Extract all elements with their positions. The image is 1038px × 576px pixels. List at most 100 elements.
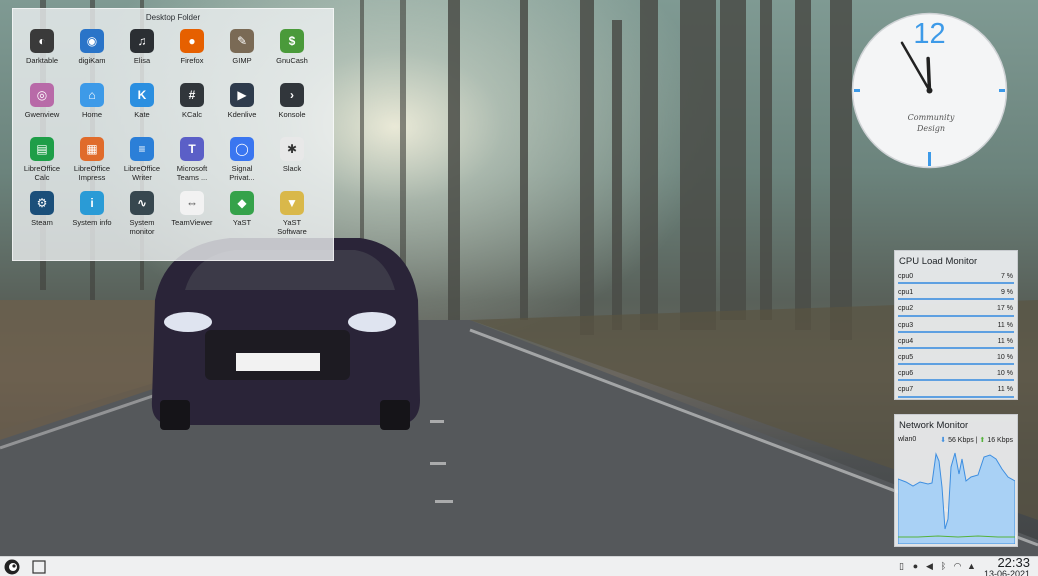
app-launcher-gimp[interactable]: ✎ GIMP bbox=[217, 27, 267, 81]
cpu-value: 11 % bbox=[997, 386, 1013, 394]
cpu-row: cpu3 11 % bbox=[898, 319, 1014, 335]
cpu-graph-line bbox=[898, 346, 1014, 349]
app-label: Konsole bbox=[278, 110, 306, 119]
app-launcher-libreoffice-writer[interactable]: ≡ LibreOffice Writer bbox=[117, 135, 167, 189]
cpu-monitor-title: CPU Load Monitor bbox=[899, 256, 978, 267]
app-launcher-kate[interactable]: K Kate bbox=[117, 81, 167, 135]
cpu-name: cpu6 bbox=[898, 370, 914, 378]
app-label: LibreOffice Writer bbox=[123, 164, 161, 182]
app-launcher-gnucash[interactable]: $ GnuCash bbox=[267, 27, 317, 81]
network-traffic-graph bbox=[898, 452, 1015, 544]
cpu-graph-line bbox=[898, 379, 1014, 382]
system-monitor-icon: ∿ bbox=[130, 191, 154, 215]
wifi-icon[interactable]: ◠ bbox=[953, 560, 962, 572]
cpu-row: cpu4 11 % bbox=[898, 335, 1014, 351]
cpu-graph-line bbox=[898, 395, 1014, 398]
app-launcher-slack[interactable]: ✱ Slack bbox=[267, 135, 317, 189]
cpu-row: cpu5 10 % bbox=[898, 351, 1014, 367]
cpu-value: 11 % bbox=[997, 321, 1013, 329]
app-label: LibreOffice Calc bbox=[23, 164, 61, 182]
cpu-row: cpu1 9 % bbox=[898, 286, 1014, 302]
cpu-name: cpu2 bbox=[898, 305, 914, 313]
app-launcher-elisa[interactable]: ♫ Elisa bbox=[117, 27, 167, 81]
app-launcher-system-info[interactable]: i System info bbox=[67, 189, 117, 243]
app-launcher-home-folder[interactable]: ⌂ Home bbox=[67, 81, 117, 135]
yast-software-icon: ▼ bbox=[280, 191, 304, 215]
app-launcher-gwenview[interactable]: ◎ Gwenview bbox=[17, 81, 67, 135]
app-label: Microsoft Teams ... bbox=[176, 164, 208, 182]
cpu-name: cpu1 bbox=[898, 289, 914, 297]
digital-clock[interactable]: 22:33 13-06-2021 bbox=[984, 556, 1030, 576]
cpu-row: cpu7 11 % bbox=[898, 383, 1014, 399]
clock-time: 22:33 bbox=[997, 555, 1030, 570]
app-label: Kate bbox=[134, 110, 150, 119]
clipboard-icon[interactable]: ▯ bbox=[897, 560, 906, 572]
kate-icon: K bbox=[130, 83, 154, 107]
network-monitor[interactable]: Network Monitor wlan0 ⬇ 56 Kbps | ⬆ 16 K… bbox=[894, 414, 1018, 547]
cpu-graph-line bbox=[898, 314, 1014, 317]
clock-date: 13-06-2021 bbox=[983, 569, 1030, 576]
app-label: Steam bbox=[31, 218, 53, 227]
desktop-folder-title: Desktop Folder bbox=[145, 13, 201, 22]
desktop-icon bbox=[32, 560, 46, 574]
cpu-graph-line bbox=[898, 298, 1014, 301]
app-launcher-signal[interactable]: ◯ Signal Privat... bbox=[217, 135, 267, 189]
app-label: YaST bbox=[232, 218, 252, 227]
digikam-icon: ◉ bbox=[80, 29, 104, 53]
app-launcher-firefox[interactable]: ● Firefox bbox=[167, 27, 217, 81]
app-label: Signal Privat... bbox=[229, 164, 255, 182]
libreoffice-impress-icon: ▦ bbox=[80, 137, 104, 161]
signal-icon: ◯ bbox=[230, 137, 254, 161]
download-arrow-icon: ⬇ bbox=[940, 437, 947, 444]
darktable-icon: ◐ bbox=[30, 29, 54, 53]
gnucash-icon: $ bbox=[280, 29, 304, 53]
cpu-graph-line bbox=[898, 282, 1014, 285]
cpu-load-monitor[interactable]: CPU Load Monitor cpu0 7 % cpu1 9 % cpu2 17 … bbox=[894, 250, 1018, 400]
network-interface-row: wlan0 ⬇ 56 Kbps | ⬆ 16 Kbps bbox=[898, 434, 1014, 448]
app-label: Home bbox=[81, 110, 102, 119]
teamviewer-icon: ⇔ bbox=[180, 191, 204, 215]
network-interface-name: wlan0 bbox=[898, 436, 917, 443]
app-launcher-libreoffice-impress[interactable]: ▦ LibreOffice Impress bbox=[67, 135, 117, 189]
cpu-value: 11 % bbox=[997, 337, 1013, 345]
app-launcher-darktable[interactable]: ◐ Darktable bbox=[17, 27, 67, 81]
app-label: KCalc bbox=[181, 110, 202, 119]
app-launcher-kdenlive[interactable]: ▶ Kdenlive bbox=[217, 81, 267, 135]
cpu-graph-line bbox=[898, 330, 1014, 333]
download-rate: 56 Kbps bbox=[948, 437, 974, 444]
app-launcher-steam[interactable]: ⚙ Steam bbox=[17, 189, 67, 243]
cpu-value: 17 % bbox=[997, 305, 1013, 313]
app-label: System monitor bbox=[129, 218, 155, 236]
clock-tick-6 bbox=[928, 152, 931, 166]
show-desktop-button[interactable] bbox=[31, 559, 47, 575]
analog-clock-widget[interactable]: 12 Community Design bbox=[851, 12, 1008, 169]
app-launcher-yast-software[interactable]: ▼ YaST Software bbox=[267, 189, 317, 243]
opensuse-logo-icon bbox=[4, 559, 20, 575]
cpu-name: cpu5 bbox=[898, 353, 914, 361]
app-launcher-kcalc[interactable]: # KCalc bbox=[167, 81, 217, 135]
app-launcher-teamviewer[interactable]: ⇔ TeamViewer bbox=[167, 189, 217, 243]
app-launcher-digikam[interactable]: ◉ digiKam bbox=[67, 27, 117, 81]
bluetooth-icon[interactable]: ᛒ bbox=[939, 560, 948, 572]
cpu-row: cpu0 7 % bbox=[898, 270, 1014, 286]
app-launcher-system-monitor[interactable]: ∿ System monitor bbox=[117, 189, 167, 243]
home-folder-icon: ⌂ bbox=[80, 83, 104, 107]
clock-brand-line1: Community bbox=[908, 113, 955, 122]
kcalc-icon: # bbox=[180, 83, 204, 107]
elisa-icon: ♫ bbox=[130, 29, 154, 53]
app-label: Slack bbox=[282, 164, 302, 173]
application-launcher-button[interactable] bbox=[4, 559, 20, 575]
tray-expand-arrow-icon[interactable]: ▲ bbox=[967, 560, 976, 572]
app-label: System info bbox=[72, 218, 112, 227]
app-launcher-konsole[interactable]: › Konsole bbox=[267, 81, 317, 135]
app-launcher-libreoffice-calc[interactable]: ▤ LibreOffice Calc bbox=[17, 135, 67, 189]
app-launcher-yast[interactable]: ◆ YaST bbox=[217, 189, 267, 243]
network-rates: ⬇ 56 Kbps | ⬆ 16 Kbps bbox=[940, 437, 1013, 444]
cpu-name: cpu7 bbox=[898, 386, 914, 394]
upload-arrow-icon: ⬆ bbox=[979, 437, 986, 444]
volume-icon[interactable]: ◀ bbox=[925, 560, 934, 572]
cpu-graph-line bbox=[898, 363, 1014, 366]
app-launcher-teams[interactable]: T Microsoft Teams ... bbox=[167, 135, 217, 189]
clock-tick-9 bbox=[854, 89, 860, 92]
notifications-icon[interactable]: ● bbox=[911, 560, 920, 572]
